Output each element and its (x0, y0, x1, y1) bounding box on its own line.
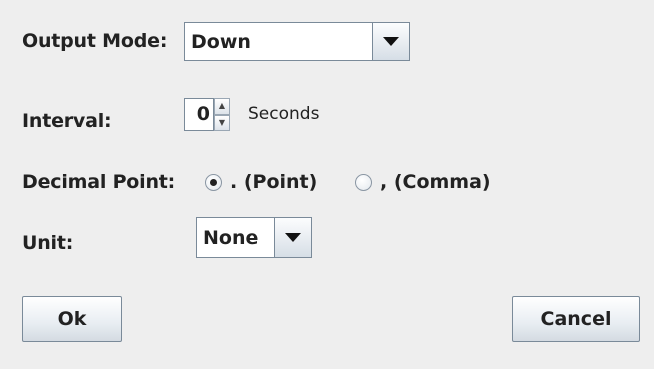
cancel-button[interactable]: Cancel (512, 296, 640, 342)
radio-point-circle[interactable] (205, 173, 222, 191)
radio-selected-dot (210, 178, 217, 186)
chevron-down-icon (285, 233, 301, 242)
chevron-down-icon (383, 37, 399, 46)
output-mode-dropdown-button[interactable] (372, 23, 409, 60)
radio-point-label: . (Point) (230, 171, 318, 193)
ok-button[interactable]: Ok (22, 296, 122, 342)
unit-select[interactable]: None (196, 217, 312, 258)
spin-up-icon[interactable]: ▲ (214, 98, 230, 115)
output-mode-select[interactable]: Down (184, 22, 410, 61)
interval-label: Interval: (22, 110, 112, 132)
output-mode-value: Down (191, 30, 251, 53)
decimal-point-label: Decimal Point: (22, 171, 176, 193)
radio-comma-label: , (Comma) (380, 171, 491, 193)
spin-down-icon[interactable]: ▼ (214, 114, 230, 131)
interval-input[interactable]: 0 (184, 98, 214, 131)
interval-spinner[interactable]: 0 ▲ ▼ (184, 98, 244, 131)
radio-comma[interactable]: , (Comma) (355, 171, 491, 193)
unit-label: Unit: (22, 232, 74, 254)
interval-unit-label: Seconds (248, 104, 320, 124)
unit-dropdown-button[interactable] (274, 218, 311, 257)
radio-point[interactable]: . (Point) (205, 171, 317, 193)
radio-comma-circle[interactable] (355, 173, 372, 191)
interval-spin-buttons: ▲ ▼ (214, 98, 230, 131)
unit-value: None (203, 226, 259, 249)
output-mode-label: Output Mode: (22, 30, 168, 52)
